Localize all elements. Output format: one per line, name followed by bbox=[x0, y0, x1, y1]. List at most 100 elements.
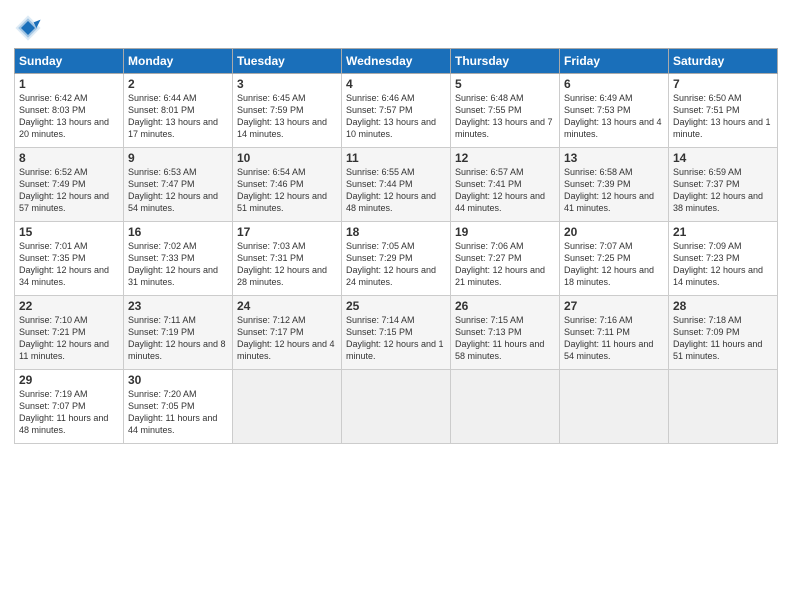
day-cell: 21 Sunrise: 7:09 AMSunset: 7:23 PMDayligh… bbox=[669, 222, 778, 296]
day-cell: 24 Sunrise: 7:12 AMSunset: 7:17 PMDayligh… bbox=[233, 296, 342, 370]
day-number: 17 bbox=[237, 225, 337, 239]
day-number: 9 bbox=[128, 151, 228, 165]
day-cell: 5 Sunrise: 6:48 AMSunset: 7:55 PMDaylight… bbox=[451, 74, 560, 148]
day-cell: 6Sunrise: 6:49 AMSunset: 7:53 PMDaylight… bbox=[560, 74, 669, 148]
col-header-saturday: Saturday bbox=[669, 49, 778, 74]
day-number: 3 bbox=[237, 77, 337, 91]
day-number: 10 bbox=[237, 151, 337, 165]
day-info: Sunrise: 7:16 AMSunset: 7:11 PMDaylight:… bbox=[564, 315, 653, 361]
day-number: 19 bbox=[455, 225, 555, 239]
day-info: Sunrise: 6:48 AMSunset: 7:55 PMDaylight:… bbox=[455, 93, 553, 139]
day-cell: 15 Sunrise: 7:01 AMSunset: 7:35 PMDayligh… bbox=[15, 222, 124, 296]
day-cell: 10 Sunrise: 6:54 AMSunset: 7:46 PMDayligh… bbox=[233, 148, 342, 222]
day-number: 2 bbox=[128, 77, 228, 91]
col-header-thursday: Thursday bbox=[451, 49, 560, 74]
day-number: 18 bbox=[346, 225, 446, 239]
day-cell: 22Sunrise: 7:10 AMSunset: 7:21 PMDayligh… bbox=[15, 296, 124, 370]
day-number: 1 bbox=[19, 77, 119, 91]
day-number: 26 bbox=[455, 299, 555, 313]
day-cell: 20Sunrise: 7:07 AMSunset: 7:25 PMDayligh… bbox=[560, 222, 669, 296]
week-row-5: 29 Sunrise: 7:19 AMSunset: 7:07 PMDayligh… bbox=[15, 370, 778, 444]
day-number: 7 bbox=[673, 77, 773, 91]
day-info: Sunrise: 7:12 AMSunset: 7:17 PMDaylight:… bbox=[237, 315, 335, 361]
page: SundayMondayTuesdayWednesdayThursdayFrid… bbox=[0, 0, 792, 612]
day-cell bbox=[233, 370, 342, 444]
day-number: 23 bbox=[128, 299, 228, 313]
day-cell: 4Sunrise: 6:46 AMSunset: 7:57 PMDaylight… bbox=[342, 74, 451, 148]
day-info: Sunrise: 7:01 AMSunset: 7:35 PMDaylight:… bbox=[19, 241, 109, 287]
day-number: 14 bbox=[673, 151, 773, 165]
day-info: Sunrise: 6:58 AMSunset: 7:39 PMDaylight:… bbox=[564, 167, 654, 213]
day-cell: 27 Sunrise: 7:16 AMSunset: 7:11 PMDayligh… bbox=[560, 296, 669, 370]
day-cell: 8Sunrise: 6:52 AMSunset: 7:49 PMDaylight… bbox=[15, 148, 124, 222]
day-cell bbox=[560, 370, 669, 444]
day-info: Sunrise: 6:44 AMSunset: 8:01 PMDaylight:… bbox=[128, 93, 218, 139]
logo bbox=[14, 14, 45, 42]
day-cell: 29 Sunrise: 7:19 AMSunset: 7:07 PMDayligh… bbox=[15, 370, 124, 444]
col-header-wednesday: Wednesday bbox=[342, 49, 451, 74]
day-number: 4 bbox=[346, 77, 446, 91]
header bbox=[14, 10, 778, 42]
day-info: Sunrise: 7:05 AMSunset: 7:29 PMDaylight:… bbox=[346, 241, 436, 287]
day-cell: 23 Sunrise: 7:11 AMSunset: 7:19 PMDayligh… bbox=[124, 296, 233, 370]
day-info: Sunrise: 6:54 AMSunset: 7:46 PMDaylight:… bbox=[237, 167, 327, 213]
day-cell: 16Sunrise: 7:02 AMSunset: 7:33 PMDayligh… bbox=[124, 222, 233, 296]
week-row-1: 1 Sunrise: 6:42 AMSunset: 8:03 PMDaylight… bbox=[15, 74, 778, 148]
day-number: 21 bbox=[673, 225, 773, 239]
day-info: Sunrise: 7:15 AMSunset: 7:13 PMDaylight:… bbox=[455, 315, 544, 361]
day-info: Sunrise: 6:42 AMSunset: 8:03 PMDaylight:… bbox=[19, 93, 109, 139]
day-info: Sunrise: 6:50 AMSunset: 7:51 PMDaylight:… bbox=[673, 93, 771, 139]
header-row: SundayMondayTuesdayWednesdayThursdayFrid… bbox=[15, 49, 778, 74]
day-cell bbox=[342, 370, 451, 444]
day-number: 29 bbox=[19, 373, 119, 387]
day-cell: 14 Sunrise: 6:59 AMSunset: 7:37 PMDayligh… bbox=[669, 148, 778, 222]
day-number: 24 bbox=[237, 299, 337, 313]
day-cell: 25 Sunrise: 7:14 AMSunset: 7:15 PMDayligh… bbox=[342, 296, 451, 370]
col-header-monday: Monday bbox=[124, 49, 233, 74]
day-number: 22 bbox=[19, 299, 119, 313]
day-info: Sunrise: 7:06 AMSunset: 7:27 PMDaylight:… bbox=[455, 241, 545, 287]
day-number: 30 bbox=[128, 373, 228, 387]
day-info: Sunrise: 7:14 AMSunset: 7:15 PMDaylight:… bbox=[346, 315, 444, 361]
day-cell bbox=[451, 370, 560, 444]
day-cell: 11 Sunrise: 6:55 AMSunset: 7:44 PMDayligh… bbox=[342, 148, 451, 222]
day-cell: 28 Sunrise: 7:18 AMSunset: 7:09 PMDayligh… bbox=[669, 296, 778, 370]
day-number: 20 bbox=[564, 225, 664, 239]
day-info: Sunrise: 7:19 AMSunset: 7:07 PMDaylight:… bbox=[19, 389, 108, 435]
week-row-3: 15 Sunrise: 7:01 AMSunset: 7:35 PMDayligh… bbox=[15, 222, 778, 296]
day-cell: 7 Sunrise: 6:50 AMSunset: 7:51 PMDaylight… bbox=[669, 74, 778, 148]
day-number: 8 bbox=[19, 151, 119, 165]
day-number: 28 bbox=[673, 299, 773, 313]
day-cell: 13Sunrise: 6:58 AMSunset: 7:39 PMDayligh… bbox=[560, 148, 669, 222]
day-info: Sunrise: 7:20 AMSunset: 7:05 PMDaylight:… bbox=[128, 389, 217, 435]
day-number: 5 bbox=[455, 77, 555, 91]
day-info: Sunrise: 6:49 AMSunset: 7:53 PMDaylight:… bbox=[564, 93, 662, 139]
day-number: 27 bbox=[564, 299, 664, 313]
day-number: 12 bbox=[455, 151, 555, 165]
day-info: Sunrise: 7:11 AMSunset: 7:19 PMDaylight:… bbox=[128, 315, 226, 361]
day-cell: 3 Sunrise: 6:45 AMSunset: 7:59 PMDaylight… bbox=[233, 74, 342, 148]
col-header-sunday: Sunday bbox=[15, 49, 124, 74]
day-info: Sunrise: 6:59 AMSunset: 7:37 PMDaylight:… bbox=[673, 167, 763, 213]
day-cell: 2 Sunrise: 6:44 AMSunset: 8:01 PMDaylight… bbox=[124, 74, 233, 148]
day-cell: 12 Sunrise: 6:57 AMSunset: 7:41 PMDayligh… bbox=[451, 148, 560, 222]
day-info: Sunrise: 7:09 AMSunset: 7:23 PMDaylight:… bbox=[673, 241, 763, 287]
day-cell: 26 Sunrise: 7:15 AMSunset: 7:13 PMDayligh… bbox=[451, 296, 560, 370]
col-header-friday: Friday bbox=[560, 49, 669, 74]
day-number: 25 bbox=[346, 299, 446, 313]
day-number: 15 bbox=[19, 225, 119, 239]
calendar-table: SundayMondayTuesdayWednesdayThursdayFrid… bbox=[14, 48, 778, 444]
week-row-2: 8Sunrise: 6:52 AMSunset: 7:49 PMDaylight… bbox=[15, 148, 778, 222]
day-info: Sunrise: 7:18 AMSunset: 7:09 PMDaylight:… bbox=[673, 315, 762, 361]
week-row-4: 22Sunrise: 7:10 AMSunset: 7:21 PMDayligh… bbox=[15, 296, 778, 370]
day-info: Sunrise: 7:02 AMSunset: 7:33 PMDaylight:… bbox=[128, 241, 218, 287]
logo-icon bbox=[14, 14, 42, 42]
day-cell: 1 Sunrise: 6:42 AMSunset: 8:03 PMDaylight… bbox=[15, 74, 124, 148]
day-info: Sunrise: 6:57 AMSunset: 7:41 PMDaylight:… bbox=[455, 167, 545, 213]
day-cell: 30 Sunrise: 7:20 AMSunset: 7:05 PMDayligh… bbox=[124, 370, 233, 444]
day-number: 11 bbox=[346, 151, 446, 165]
day-cell: 9Sunrise: 6:53 AMSunset: 7:47 PMDaylight… bbox=[124, 148, 233, 222]
day-info: Sunrise: 6:45 AMSunset: 7:59 PMDaylight:… bbox=[237, 93, 327, 139]
day-info: Sunrise: 7:03 AMSunset: 7:31 PMDaylight:… bbox=[237, 241, 327, 287]
day-info: Sunrise: 6:55 AMSunset: 7:44 PMDaylight:… bbox=[346, 167, 436, 213]
